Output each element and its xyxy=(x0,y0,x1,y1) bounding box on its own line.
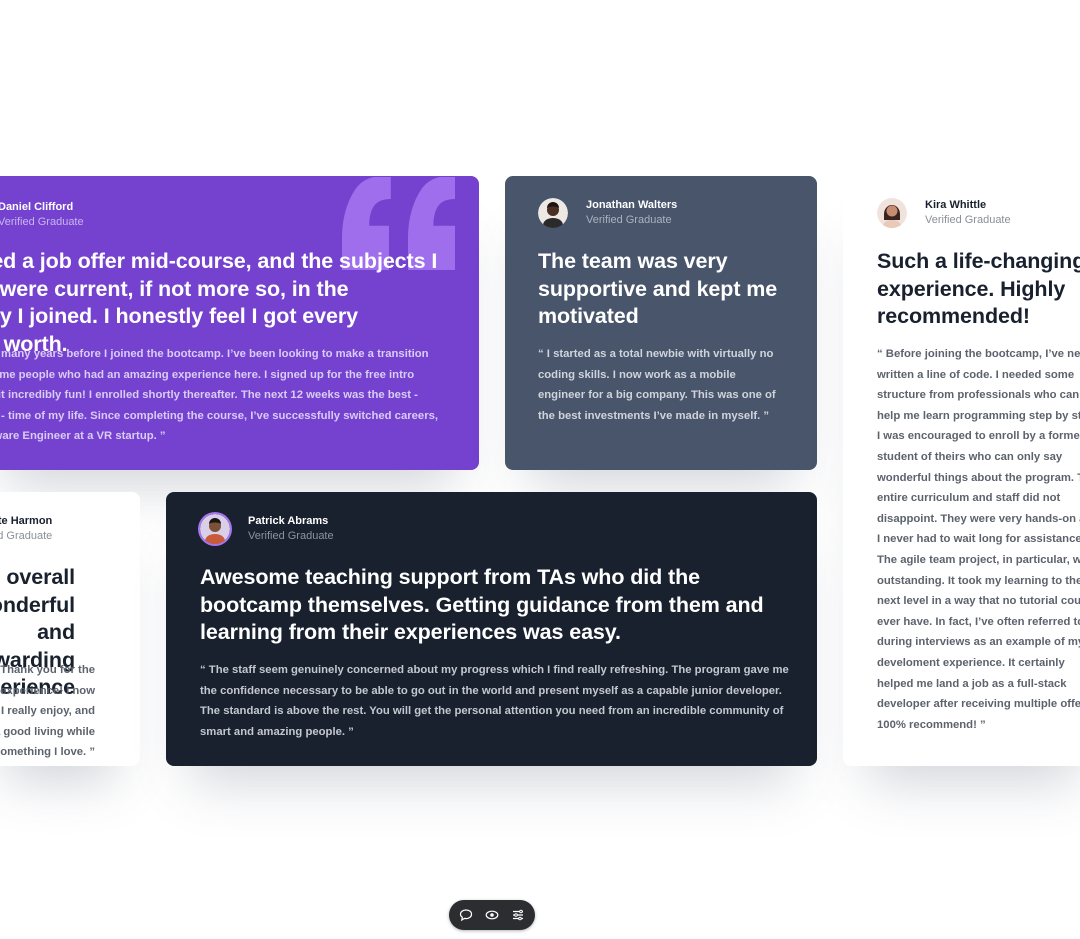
author-name: Jonathan Walters xyxy=(586,199,678,211)
author-role: Verified Graduate xyxy=(0,216,84,228)
testimonial-author: Jonathan Walters Verified Graduate xyxy=(538,198,677,228)
author-name: Jeanette Harmon xyxy=(0,515,53,527)
author-role: Verified Graduate xyxy=(0,530,53,542)
avatar xyxy=(200,514,230,544)
testimonial-author: Patrick Abrams Verified Graduate xyxy=(200,514,334,544)
preview-button[interactable] xyxy=(483,906,501,924)
testimonial-card-jeanette: Jeanette Harmon Verified Graduate An ove… xyxy=(0,492,140,766)
testimonial-author: Kira Whittle Verified Graduate xyxy=(877,198,1011,228)
testimonials-grid: Daniel Clifford Verified Graduate I rece… xyxy=(0,0,1080,939)
author-name: Patrick Abrams xyxy=(248,515,329,527)
avatar xyxy=(877,198,907,228)
testimonial-headline: The team was very supportive and kept me… xyxy=(538,249,778,328)
floating-toolbar xyxy=(449,900,535,930)
settings-icon xyxy=(513,909,523,921)
testimonial-body: “ Before joining the bootcamp, I’ve neve… xyxy=(877,348,1080,731)
author-name: Kira Whittle xyxy=(925,199,987,211)
testimonial-author: Daniel Clifford Verified Graduate xyxy=(0,200,84,230)
testimonial-headline: Awesome teaching support from TAs who di… xyxy=(200,565,764,644)
testimonial-body: “ The staff seem genuinely concerned abo… xyxy=(200,664,789,738)
testimonial-body: “ I was an EMT for many years before I j… xyxy=(0,348,439,443)
author-role: Verified Graduate xyxy=(586,214,672,226)
author-name: Daniel Clifford xyxy=(0,201,74,213)
comment-icon xyxy=(459,909,473,922)
author-role: Verified Graduate xyxy=(925,214,1011,226)
testimonial-card-jonathan: Jonathan Walters Verified Graduate The t… xyxy=(505,176,817,470)
eye-icon xyxy=(485,910,499,920)
testimonial-headline: Such a life-changing experience. Highly … xyxy=(877,249,1080,328)
settings-button[interactable] xyxy=(509,906,527,924)
avatar xyxy=(538,198,568,228)
testimonial-body: “ Thank you for the wonderful experience… xyxy=(0,664,95,759)
comment-button[interactable] xyxy=(457,906,475,924)
testimonial-body: “ I started as a total newbie with virtu… xyxy=(538,348,776,422)
testimonial-card-daniel: Daniel Clifford Verified Graduate I rece… xyxy=(0,176,479,470)
testimonial-card-kira: Kira Whittle Verified Graduate Such a li… xyxy=(843,176,1080,766)
testimonial-headline: I received a job offer mid-course, and t… xyxy=(0,249,438,356)
testimonial-card-patrick: Patrick Abrams Verified Graduate Awesome… xyxy=(166,492,817,766)
testimonial-author: Jeanette Harmon Verified Graduate xyxy=(0,514,52,544)
author-role: Verified Graduate xyxy=(248,530,334,542)
